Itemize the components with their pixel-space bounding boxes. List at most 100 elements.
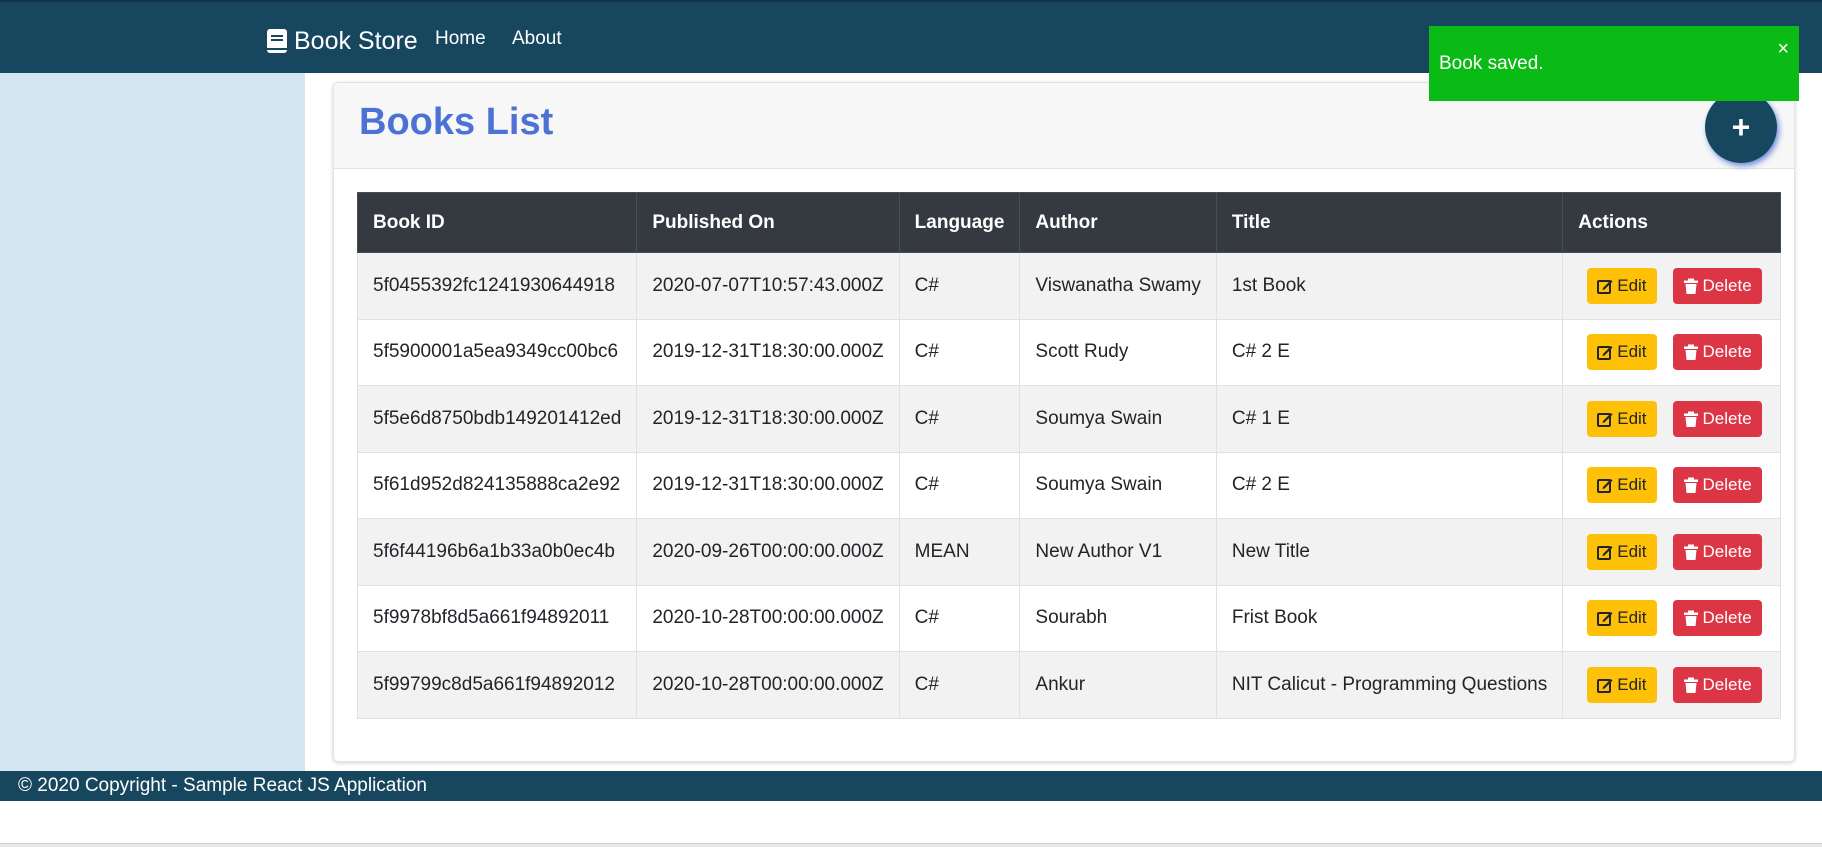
edit-button[interactable]: Edit (1587, 666, 1657, 703)
cell-author: Ankur (1019, 651, 1217, 719)
nav-link-home[interactable]: Home (435, 28, 486, 50)
cell-actions: Edit Delete (1562, 451, 1781, 519)
cell-book-id: 5f61d952d824135888ca2e92 (356, 451, 638, 519)
table-row: 5f5e6d8750bdb149201412ed 2019-12-31T18:30… (356, 385, 1781, 453)
cell-title: C# 1 E (1215, 385, 1564, 453)
delete-label: Delete (1702, 342, 1752, 362)
delete-button[interactable]: Delete (1672, 600, 1762, 637)
table-row: 5f5900001a5ea9349cc00bc6 2019-12-31T18:30… (356, 318, 1781, 386)
books-table: Book ID Published On Language Author Tit… (356, 192, 1781, 719)
cell-actions: Edit Delete (1562, 518, 1781, 586)
cell-actions: Edit Delete (1562, 584, 1781, 652)
delete-label: Delete (1702, 275, 1752, 295)
cell-language: C# (898, 252, 1021, 320)
cell-title: 1st Book (1215, 252, 1564, 320)
trash-icon (1683, 278, 1698, 294)
table-row: 5f9978bf8d5a661f94892011 2020-10-28T00:00… (356, 584, 1781, 652)
header-title: Title (1215, 192, 1564, 253)
delete-label: Delete (1702, 408, 1752, 428)
cell-author: Scott Rudy (1019, 318, 1217, 386)
cell-author: Sourabh (1019, 584, 1217, 652)
cell-language: C# (898, 651, 1021, 719)
cell-author: Viswanatha Swamy (1019, 252, 1217, 320)
cell-book-id: 5f9978bf8d5a661f94892011 (356, 584, 638, 652)
cell-actions: Edit Delete (1562, 252, 1781, 320)
delete-button[interactable]: Delete (1672, 467, 1762, 504)
delete-button[interactable]: Delete (1672, 400, 1762, 437)
delete-label: Delete (1702, 608, 1752, 628)
edit-label: Edit (1617, 608, 1647, 628)
nav-link-about[interactable]: About (512, 28, 562, 50)
edit-button[interactable]: Edit (1587, 334, 1657, 371)
table-row: 5f99799c8d5a661f94892012 2020-10-28T00:00… (356, 651, 1781, 719)
edit-label: Edit (1617, 475, 1647, 495)
cell-book-id: 5f0455392fc1241930644918 (356, 252, 638, 320)
cell-author: Soumya Swain (1019, 451, 1217, 519)
edit-button[interactable]: Edit (1587, 533, 1657, 570)
edit-label: Edit (1617, 541, 1647, 561)
cell-published-on: 2020-07-07T10:57:43.000Z (636, 252, 900, 320)
delete-button[interactable]: Delete (1672, 267, 1762, 304)
trash-icon (1683, 411, 1698, 427)
delete-label: Delete (1702, 475, 1752, 495)
trash-icon (1683, 677, 1698, 693)
cell-actions: Edit Delete (1562, 385, 1781, 453)
edit-icon (1597, 479, 1613, 494)
trash-icon (1683, 544, 1698, 560)
cell-published-on: 2019-12-31T18:30:00.000Z (636, 385, 900, 453)
delete-label: Delete (1702, 541, 1752, 561)
header-language: Language (898, 192, 1021, 253)
footer-copyright: © 2020 Copyright - Sample React JS Appli… (18, 775, 427, 796)
delete-button[interactable]: Delete (1672, 533, 1762, 570)
cell-title: Frist Book (1215, 584, 1564, 652)
trash-icon (1683, 344, 1698, 361)
edit-button[interactable]: Edit (1587, 400, 1657, 437)
edit-button[interactable]: Edit (1587, 267, 1657, 304)
cell-title: C# 2 E (1215, 451, 1564, 519)
cell-published-on: 2020-10-28T00:00:00.000Z (636, 651, 900, 719)
edit-icon (1597, 279, 1613, 294)
taskbar-strip (0, 843, 1822, 847)
edit-label: Edit (1617, 674, 1647, 694)
close-icon[interactable]: × (1777, 38, 1789, 61)
cell-published-on: 2020-09-26T00:00:00.000Z (636, 518, 900, 586)
brand-link[interactable]: Book Store (266, 24, 418, 58)
brand-label: Book Store (294, 26, 418, 55)
edit-button[interactable]: Edit (1587, 600, 1657, 637)
add-book-button[interactable]: + (1705, 91, 1777, 163)
edit-label: Edit (1617, 342, 1647, 362)
trash-icon (1683, 610, 1698, 627)
edit-icon (1597, 612, 1613, 627)
toast-message: Book saved. (1439, 53, 1544, 74)
table-body: 5f0455392fc1241930644918 2020-07-07T10:57… (356, 252, 1781, 719)
cell-actions: Edit Delete (1562, 651, 1781, 719)
header-book-id: Book ID (356, 192, 638, 253)
delete-button[interactable]: Delete (1672, 666, 1762, 703)
toast-notification: Book saved. × (1429, 26, 1799, 101)
table-row: 5f61d952d824135888ca2e92 2019-12-31T18:30… (356, 451, 1781, 519)
cell-published-on: 2019-12-31T18:30:00.000Z (636, 318, 900, 386)
footer: © 2020 Copyright - Sample React JS Appli… (0, 771, 1822, 801)
edit-icon (1597, 346, 1613, 361)
table-row: 5f6f44196b6a1b33a0b0ec4b 2020-09-26T00:00… (356, 518, 1781, 586)
cell-author: New Author V1 (1019, 518, 1217, 586)
edit-icon (1597, 545, 1613, 560)
cell-published-on: 2020-10-28T00:00:00.000Z (636, 584, 900, 652)
cell-book-id: 5f99799c8d5a661f94892012 (356, 651, 638, 719)
cell-language: C# (898, 451, 1021, 519)
cell-language: C# (898, 584, 1021, 652)
trash-icon (1683, 477, 1698, 494)
cell-book-id: 5f5900001a5ea9349cc00bc6 (356, 318, 638, 386)
cell-title: C# 2 E (1215, 318, 1564, 386)
edit-icon (1597, 412, 1613, 427)
cell-language: MEAN (898, 518, 1021, 586)
edit-label: Edit (1617, 408, 1647, 428)
edit-label: Edit (1617, 275, 1647, 295)
cell-language: C# (898, 385, 1021, 453)
edit-button[interactable]: Edit (1587, 467, 1657, 504)
cell-title: NIT Calicut - Programming Questions (1215, 651, 1564, 719)
header-actions: Actions (1562, 192, 1781, 253)
page-title: Books List (359, 101, 554, 143)
header-author: Author (1019, 192, 1217, 253)
delete-button[interactable]: Delete (1672, 334, 1762, 371)
